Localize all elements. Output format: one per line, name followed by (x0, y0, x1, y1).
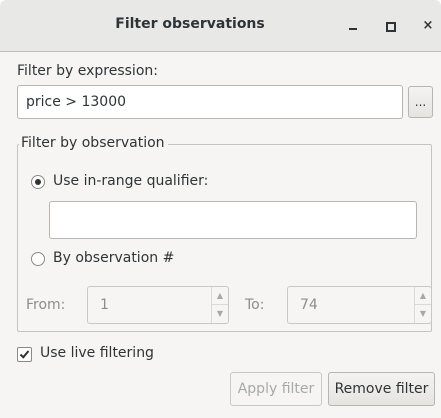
from-decrement-icon[interactable]: ▼ (212, 305, 228, 323)
from-value: 1 (100, 297, 109, 313)
to-decrement-icon[interactable]: ▼ (415, 305, 431, 323)
from-spin-arrows: ▲ ▼ (211, 287, 228, 323)
live-filtering-checkbox[interactable] (17, 347, 32, 362)
by-observation-label[interactable]: By observation # (53, 250, 174, 266)
apply-filter-button[interactable]: Apply filter (230, 372, 322, 406)
remove-filter-button[interactable]: Remove filter (328, 372, 435, 406)
maximize-button[interactable] (380, 16, 400, 36)
expression-label: Filter by expression: (17, 63, 158, 79)
from-spinbox[interactable]: 1 ▲ ▼ (87, 286, 229, 324)
by-observation-radio[interactable] (31, 252, 45, 266)
in-range-label[interactable]: Use in-range qualifier: (53, 173, 208, 189)
title-bar: Filter observations × (0, 0, 441, 52)
in-range-qualifier-input[interactable] (49, 201, 417, 239)
from-label: From: (26, 297, 66, 313)
checkmark-icon (19, 350, 30, 359)
live-filtering-label[interactable]: Use live filtering (40, 345, 154, 361)
from-increment-icon[interactable]: ▲ (212, 287, 228, 305)
in-range-radio[interactable] (31, 175, 45, 189)
browse-button[interactable]: ... (408, 86, 433, 118)
to-increment-icon[interactable]: ▲ (415, 287, 431, 305)
expression-input[interactable] (17, 85, 403, 119)
to-label: To: (245, 297, 265, 313)
observation-group-title: Filter by observation (19, 135, 168, 151)
close-button[interactable]: × (418, 16, 438, 36)
minimize-icon (349, 28, 357, 30)
to-spin-arrows: ▲ ▼ (414, 287, 431, 323)
to-value: 74 (300, 297, 318, 313)
close-icon: × (422, 18, 434, 33)
maximize-icon (386, 22, 396, 32)
filter-observations-dialog: Filter observations × Filter by expressi… (0, 0, 441, 418)
radio-selected-dot (35, 179, 41, 185)
minimize-button[interactable] (343, 16, 363, 36)
to-spinbox[interactable]: 74 ▲ ▼ (287, 286, 432, 324)
window-title: Filter observations (115, 16, 265, 32)
